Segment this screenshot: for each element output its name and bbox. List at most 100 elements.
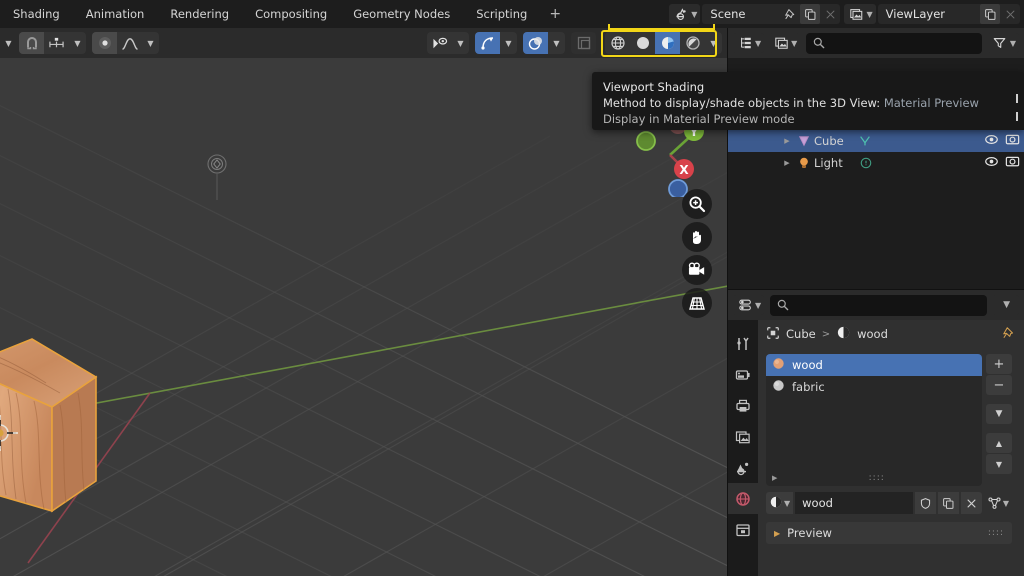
unlink-material-button[interactable] <box>961 492 982 514</box>
workspace-tab-shading[interactable]: Shading <box>0 0 73 28</box>
chevron-down-icon[interactable]: ▼ <box>500 32 517 54</box>
eye-icon[interactable] <box>984 133 999 149</box>
tooltip-detail: Display in Material Preview mode <box>603 111 1013 127</box>
new-scene-button[interactable] <box>800 4 820 24</box>
fake-user-button[interactable] <box>915 492 936 514</box>
grip-dots-icon[interactable]: :::: <box>988 528 1004 538</box>
breadcrumb-material[interactable]: wood <box>857 327 888 341</box>
zoom-button[interactable] <box>682 189 712 219</box>
close-icon <box>966 498 977 509</box>
outliner-editor: ▼ ▼ ▼ ▶ <box>728 28 1024 290</box>
visibility-group: ▼ <box>427 32 469 54</box>
add-slot-button[interactable]: + <box>986 354 1012 374</box>
material-slot-wood[interactable]: wood <box>766 354 982 376</box>
chevron-down-icon[interactable]: ▼ <box>452 32 469 54</box>
add-workspace-button[interactable]: + <box>540 0 570 28</box>
toggle-xray-button[interactable] <box>571 32 596 54</box>
shading-material-preview-button[interactable] <box>655 32 680 54</box>
outliner-search-input[interactable] <box>806 33 982 54</box>
show-gizmo-toggle[interactable] <box>475 32 500 54</box>
properties-tab-view-layer[interactable] <box>728 421 758 452</box>
outliner-display-mode-button[interactable]: ▼ <box>733 33 764 53</box>
outliner-row-cube[interactable]: ▶ Cube <box>728 130 1024 152</box>
properties-tab-tool[interactable] <box>728 328 758 359</box>
slot-specials-button[interactable]: ▼ <box>986 404 1012 424</box>
workspace-tab-animation[interactable]: Animation <box>73 0 158 28</box>
properties-tab-render[interactable] <box>728 359 758 390</box>
shading-options-dropdown[interactable]: ▼ <box>705 32 722 54</box>
material-browse-button[interactable]: ▼ <box>766 492 793 514</box>
pin-icon[interactable] <box>780 4 800 24</box>
view-layer-browse-button[interactable]: ▼ <box>844 4 875 24</box>
triangle-right-icon[interactable]: ▶ <box>780 159 794 167</box>
cube-object[interactable] <box>0 335 106 520</box>
outliner-filter-button[interactable]: ▼ <box>988 33 1019 53</box>
grip-dots-icon[interactable]: :::: <box>869 473 885 483</box>
properties-editor-type-button[interactable]: ▼ <box>733 295 764 315</box>
top-bar: Shading Animation Rendering Compositing … <box>0 0 1024 28</box>
camera-icon[interactable] <box>1005 133 1020 149</box>
3d-viewport[interactable]: X Y <box>0 58 728 576</box>
preview-panel-header[interactable]: ▶ Preview :::: <box>766 522 1012 544</box>
move-slot-down-button[interactable]: ▼ <box>986 454 1012 474</box>
new-material-button[interactable] <box>938 492 959 514</box>
shading-rendered-button[interactable] <box>680 32 705 54</box>
view-layer-images-icon <box>735 429 751 445</box>
unlink-scene-button[interactable] <box>820 4 840 24</box>
light-object-icon <box>794 156 814 170</box>
pan-button[interactable] <box>682 222 712 252</box>
material-slot-list[interactable]: wood fabric ▶ :::: <box>766 354 982 486</box>
camera-view-button[interactable] <box>682 255 712 285</box>
snap-to-dropdown[interactable] <box>44 32 69 54</box>
properties-search-input[interactable] <box>770 295 987 316</box>
workspace-tab-geometry-nodes[interactable]: Geometry Nodes <box>340 0 463 28</box>
eye-icon[interactable] <box>984 155 999 171</box>
mesh-data-icon[interactable] <box>852 134 878 148</box>
chevron-down-icon[interactable]: ▼ <box>142 32 159 54</box>
light-object-gizmo[interactable] <box>198 150 236 200</box>
search-icon <box>813 34 825 53</box>
properties-tab-object[interactable] <box>728 514 758 545</box>
properties-tab-scene[interactable] <box>728 452 758 483</box>
remove-view-layer-button[interactable] <box>1000 4 1020 24</box>
properties-tab-output[interactable] <box>728 390 758 421</box>
pin-icon[interactable] <box>1002 326 1016 343</box>
show-overlays-toggle[interactable] <box>523 32 548 54</box>
falloff-type-dropdown[interactable] <box>117 32 142 54</box>
material-name-field[interactable]: wood <box>795 492 913 514</box>
properties-options-button[interactable]: ▼ <box>993 295 1019 315</box>
scene-browse-button[interactable]: ▼ <box>669 4 700 24</box>
remove-slot-button[interactable]: − <box>986 375 1012 395</box>
viewport-menu-overflow-icon[interactable]: ▼ <box>0 32 17 54</box>
workspace-tab-compositing[interactable]: Compositing <box>242 0 340 28</box>
horizontal-area-divider[interactable] <box>728 289 1024 290</box>
outliner-label-cube: Cube <box>814 134 844 148</box>
use-nodes-button[interactable]: ▼ <box>984 492 1012 514</box>
move-slot-up-button[interactable]: ▲ <box>986 433 1012 453</box>
workspace-tab-rendering[interactable]: Rendering <box>157 0 242 28</box>
camera-icon[interactable] <box>1005 155 1020 171</box>
outliner-row-light[interactable]: ▶ Light <box>728 152 1024 174</box>
chevron-down-icon: ▼ <box>791 39 797 48</box>
triangle-right-icon[interactable]: ▶ <box>772 474 777 482</box>
workspace-tab-scripting[interactable]: Scripting <box>463 0 540 28</box>
material-slot-fabric[interactable]: fabric <box>766 376 982 398</box>
object-visibility-button[interactable] <box>427 32 452 54</box>
snap-magnet-toggle[interactable] <box>19 32 44 54</box>
shading-wireframe-button[interactable] <box>605 32 630 54</box>
scene-cone-icon <box>735 460 751 476</box>
new-view-layer-button[interactable] <box>980 4 1000 24</box>
toggle-perspective-button[interactable] <box>682 288 712 318</box>
shading-solid-button[interactable] <box>630 32 655 54</box>
light-data-icon[interactable] <box>853 156 879 170</box>
chevron-down-icon[interactable]: ▼ <box>69 32 86 54</box>
triangle-right-icon[interactable]: ▶ <box>780 137 794 145</box>
view-layer-name-field[interactable]: ViewLayer <box>878 4 1020 24</box>
proportional-editing-toggle[interactable] <box>92 32 117 54</box>
chevron-down-icon[interactable]: ▼ <box>548 32 565 54</box>
outliner-id-filter-button[interactable]: ▼ <box>769 33 800 53</box>
breadcrumb-object[interactable]: Cube <box>786 327 816 341</box>
properties-tab-world[interactable] <box>728 483 758 514</box>
scene-name-field[interactable]: Scene <box>702 4 840 24</box>
shading-mode-group: ▼ <box>605 32 722 54</box>
